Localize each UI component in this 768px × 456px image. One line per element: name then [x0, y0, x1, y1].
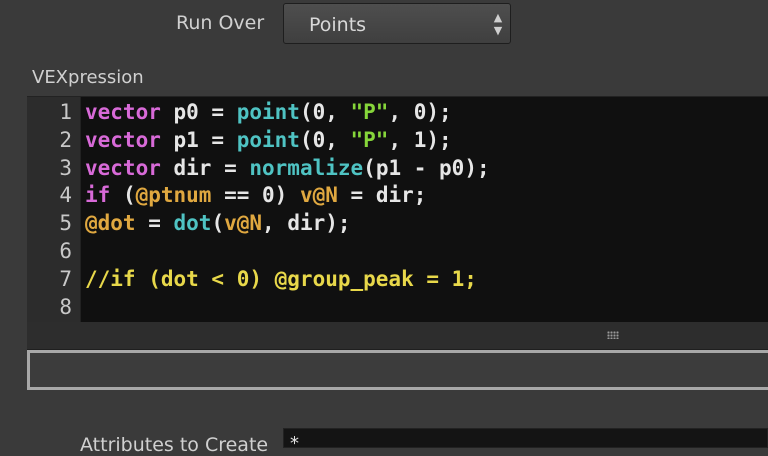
code-text: //if (dot < 0) @group_peak = 1;	[85, 265, 477, 293]
code-text: vector dir = normalize(p1 - p0);	[85, 154, 490, 182]
code-token: @ptnum	[135, 183, 212, 208]
code-token: v@N	[299, 183, 338, 208]
code-token: (p1 - p0);	[363, 155, 490, 180]
line-number: 4	[59, 183, 72, 208]
code-token: (0,	[299, 100, 351, 124]
code-text: if (@ptnum == 0) v@N = dir;	[85, 181, 426, 209]
secondary-text-field[interactable]	[27, 350, 768, 390]
run-over-dropdown[interactable]: Points ▲ ▼	[283, 3, 511, 44]
code-token: (	[211, 211, 225, 236]
line-number: 7	[59, 266, 72, 291]
code-token: p1 =	[160, 127, 237, 152]
code-token: point	[236, 100, 300, 124]
attributes-to-create-field[interactable]: *	[283, 428, 768, 454]
code-token: =	[135, 211, 174, 236]
code-text: @dot = dot(v@N, dir);	[85, 209, 351, 237]
code-text: vector p1 = point(0, "P", 1);	[85, 126, 452, 154]
code-token: //if (dot < 0) @group_peak = 1;	[85, 266, 477, 291]
line-number: 6	[59, 239, 72, 263]
code-token: v@N	[224, 211, 263, 236]
code-token: point	[236, 127, 300, 152]
line-number: 5	[59, 211, 72, 236]
code-token: vector	[85, 127, 161, 152]
code-token: p0 =	[160, 100, 237, 124]
code-token: if	[85, 183, 111, 208]
code-token: vector	[85, 155, 161, 180]
code-token: = dir;	[337, 183, 427, 208]
code-token: (	[110, 183, 136, 208]
code-token: == 0)	[211, 183, 300, 208]
vex-code-editor[interactable]: 1 vector p0 = point(0, "P", 0); 2 vector p1…	[27, 96, 768, 323]
code-token: normalize	[249, 155, 364, 180]
up-down-arrows-icon: ▲ ▼	[493, 11, 503, 37]
line-number: 3	[59, 155, 72, 180]
run-over-value: Points	[309, 14, 367, 36]
line-number: 2	[59, 127, 72, 152]
code-token: , dir);	[262, 211, 351, 236]
code-token: , 0);	[388, 100, 452, 124]
code-token: vector	[85, 100, 161, 124]
attributes-to-create-label: Attributes to Create	[80, 434, 269, 456]
resize-grip-icon[interactable]	[607, 331, 619, 339]
code-token: "P"	[350, 127, 389, 152]
code-token: "P"	[350, 100, 389, 124]
code-token: dir =	[160, 155, 250, 180]
attributes-to-create-value: *	[290, 433, 299, 454]
code-token: (0,	[299, 127, 351, 152]
vexpression-label: VEXpression	[32, 67, 144, 88]
editor-resize-bar[interactable]	[27, 322, 768, 350]
code-token: @dot	[85, 211, 136, 236]
line-number: 8	[59, 294, 72, 319]
line-number: 1	[59, 100, 72, 124]
run-over-label: Run Over	[176, 12, 265, 34]
code-token: , 1);	[388, 127, 452, 152]
code-token: dot	[173, 211, 212, 236]
code-text: vector p0 = point(0, "P", 0);	[85, 98, 452, 126]
